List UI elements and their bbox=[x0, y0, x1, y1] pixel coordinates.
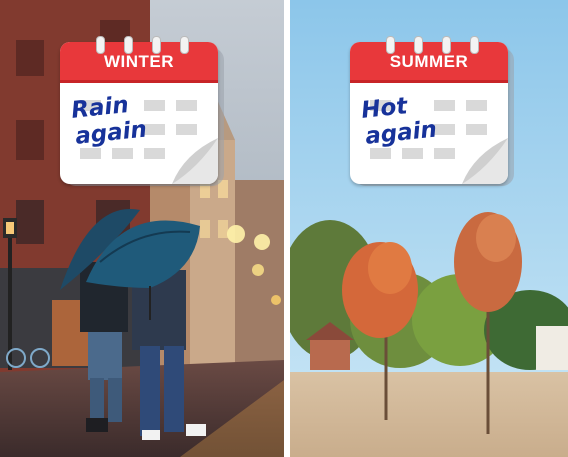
page-curl-icon bbox=[462, 138, 508, 184]
winter-photo-panel: WINTER Rain again bbox=[0, 0, 284, 457]
summer-calendar: SUMMER Hot again bbox=[346, 18, 514, 186]
calendar-ring-icon bbox=[414, 36, 423, 54]
calendar-page: SUMMER Hot again bbox=[350, 42, 508, 184]
calendar-ring-icon bbox=[442, 36, 451, 54]
winter-calendar: WINTER Rain again bbox=[56, 18, 224, 186]
calendar-ring-icon bbox=[152, 36, 161, 54]
calendar-ring-icon bbox=[124, 36, 133, 54]
calendar-ring-icon bbox=[470, 36, 479, 54]
calendar-page: WINTER Rain again bbox=[60, 42, 218, 184]
calendar-ring-icon bbox=[96, 36, 105, 54]
calendar-ring-icon bbox=[386, 36, 395, 54]
summer-photo-panel: SUMMER Hot again bbox=[290, 0, 568, 457]
calendar-ring-icon bbox=[180, 36, 189, 54]
page-curl-icon bbox=[172, 138, 218, 184]
